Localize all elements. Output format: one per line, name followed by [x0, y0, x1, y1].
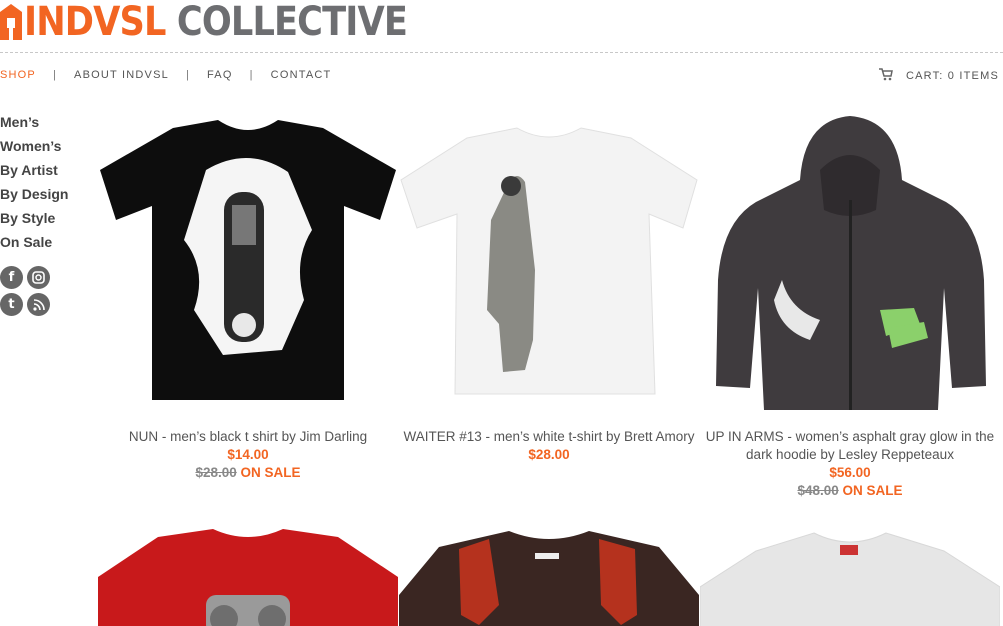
- product-name[interactable]: WAITER #13 - men’s white t-shirt by Bret…: [399, 428, 699, 446]
- nav-separator: |: [249, 69, 254, 81]
- tumblr-icon[interactable]: t: [0, 293, 23, 316]
- product-original-price: $48.00: [797, 483, 839, 498]
- product-price: $56.00: [829, 465, 871, 480]
- sale-badge: ON SALE: [842, 483, 903, 498]
- sidebar-item-on-sale[interactable]: On Sale: [0, 230, 68, 254]
- nav-contact[interactable]: CONTACT: [271, 69, 332, 81]
- logo-mark-icon: [0, 4, 22, 40]
- nav-faq[interactable]: FAQ: [207, 69, 233, 81]
- product-card[interactable]: UP IN ARMS - women’s asphalt gray glow i…: [700, 110, 1000, 500]
- nav-shop[interactable]: SHOP: [0, 69, 36, 81]
- sidebar-item-by-design[interactable]: By Design: [0, 182, 68, 206]
- facebook-icon[interactable]: f: [0, 266, 23, 289]
- nav-separator: |: [52, 69, 58, 81]
- sidebar-item-womens[interactable]: Women’s: [0, 134, 68, 158]
- category-sidebar: Men’s Women’s By Artist By Design By Sty…: [0, 110, 68, 254]
- cart-label: CART: 0 ITEMS: [905, 70, 999, 82]
- product-image[interactable]: [700, 110, 1000, 410]
- product-image[interactable]: [399, 110, 699, 410]
- sidebar-item-by-artist[interactable]: By Artist: [0, 158, 68, 182]
- main-nav: SHOP | ABOUT INDVSL | FAQ | CONTACT: [0, 69, 331, 81]
- product-name[interactable]: NUN - men’s black t shirt by Jim Darling: [98, 428, 398, 446]
- product-price: $28.00: [528, 447, 570, 462]
- header-divider: [0, 52, 1003, 53]
- logo-wordmark: INDVSL COLLECTIVE: [24, 0, 408, 45]
- product-image[interactable]: [399, 525, 699, 626]
- social-links: f t: [0, 266, 54, 320]
- product-original-price: $28.00: [195, 465, 237, 480]
- product-name[interactable]: UP IN ARMS - women’s asphalt gray glow i…: [700, 428, 1000, 464]
- product-image[interactable]: [98, 110, 398, 410]
- product-card[interactable]: WAITER #13 - men’s white t-shirt by Bret…: [399, 110, 699, 464]
- product-price: $14.00: [227, 447, 269, 462]
- product-original-price-row: $48.00 ON SALE: [700, 482, 1000, 500]
- cart-link[interactable]: CART: 0 ITEMS: [878, 68, 999, 84]
- product-original-price-row: $28.00 ON SALE: [98, 464, 398, 482]
- product-image[interactable]: [700, 525, 1000, 626]
- product-image[interactable]: [98, 525, 398, 626]
- nav-separator: |: [185, 69, 190, 81]
- sale-badge: ON SALE: [240, 465, 301, 480]
- instagram-icon[interactable]: [27, 266, 50, 289]
- rss-icon[interactable]: [27, 293, 50, 316]
- sidebar-item-by-style[interactable]: By Style: [0, 206, 68, 230]
- site-logo[interactable]: INDVSL COLLECTIVE: [0, 0, 459, 44]
- nav-about[interactable]: ABOUT INDVSL: [74, 69, 169, 81]
- sidebar-item-mens[interactable]: Men’s: [0, 110, 68, 134]
- product-card[interactable]: NUN - men’s black t shirt by Jim Darling…: [98, 110, 398, 482]
- shopping-cart-icon: [878, 68, 893, 84]
